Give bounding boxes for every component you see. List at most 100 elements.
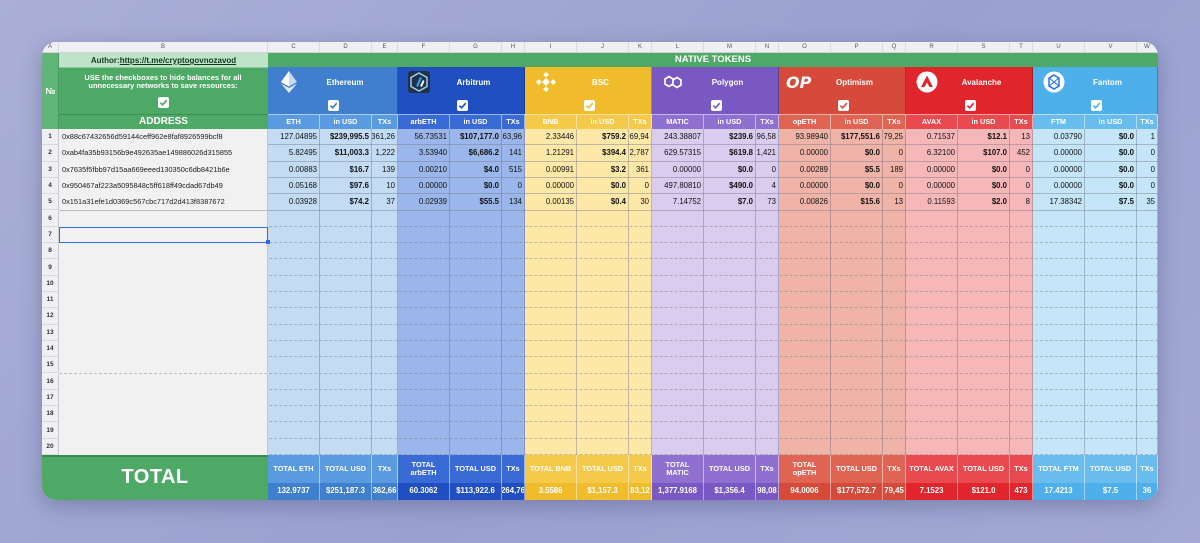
data-cell-arbitrum-r5-c1[interactable]: $55.5 [450,194,502,209]
data-cell-polygon-r3-c2[interactable]: 0 [756,162,779,177]
data-cell-bsc-r3-c1[interactable]: $3.2 [577,162,629,177]
author-link[interactable]: https://t.me/cryptogovnozavod [120,56,236,65]
data-cell-avalanche-r2-c2[interactable]: 452 [1010,145,1033,160]
data-cell-ethereum-r1-c1[interactable]: $239,995.5 [320,129,372,144]
data-cell-fantom-r2-c1[interactable]: $0.0 [1085,145,1137,160]
address-cell-18[interactable] [59,406,268,423]
data-cell-fantom-r1-c2[interactable]: 1 [1137,129,1158,144]
data-cell-avalanche-r1-c2[interactable]: 13 [1010,129,1033,144]
network-checkbox-ethereum[interactable] [328,100,339,111]
row-header-12[interactable]: 12 [42,308,59,325]
data-cell-bsc-r2-c2[interactable]: 12,787 [629,145,652,160]
data-cell-ethereum-r4-c2[interactable]: 10 [372,178,398,193]
col-header-W[interactable]: W [1137,42,1158,53]
selected-cell-outline[interactable] [59,226,268,244]
row-header-10[interactable]: 10 [42,275,59,292]
data-cell-polygon-r4-c0[interactable]: 497.80810 [652,178,704,193]
data-cell-polygon-r5-c1[interactable]: $7.0 [704,194,756,209]
data-cell-avalanche-r5-c0[interactable]: 0.11593 [906,194,958,209]
row-header-7[interactable]: 7 [42,226,59,244]
data-cell-ethereum-r2-c1[interactable]: $11,003.3 [320,145,372,160]
data-cell-bsc-r4-c2[interactable]: 0 [629,178,652,193]
network-checkbox-arbitrum[interactable] [456,100,468,111]
data-cell-optimism-r1-c0[interactable]: 93.98940 [779,129,831,144]
address-value[interactable]: 0xab4fa35b93156b9e492635ae149886026d3158… [59,145,267,160]
address-cell-11[interactable] [59,292,268,309]
col-header-U[interactable]: U [1033,42,1085,53]
data-cell-polygon-r1-c1[interactable]: $239.6 [704,129,756,144]
network-checkbox-optimism[interactable] [837,100,849,111]
data-cell-ethereum-r3-c0[interactable]: 0.00883 [268,162,320,177]
address-cell-20[interactable] [59,438,268,455]
address-cell-9[interactable] [59,259,268,276]
data-cell-polygon-r2-c1[interactable]: $619.8 [704,145,756,160]
address-cell-13[interactable] [59,324,268,341]
data-cell-polygon-r2-c2[interactable]: 1,421 [756,145,779,160]
data-cell-optimism-r5-c1[interactable]: $15.6 [831,194,883,209]
network-checkbox-fantom[interactable] [1090,100,1102,111]
address-cell-16[interactable] [59,373,268,390]
data-cell-arbitrum-r3-c1[interactable]: $4.0 [450,162,502,177]
col-header-G[interactable]: G [450,42,502,53]
data-cell-ethereum-r1-c0[interactable]: 127.04895 [268,129,320,144]
data-cell-optimism-r4-c2[interactable]: 0 [883,178,906,193]
col-header-L[interactable]: L [652,42,704,53]
data-cell-fantom-r2-c0[interactable]: 0.00000 [1033,145,1085,160]
row-header-6[interactable]: 6 [42,210,59,227]
data-cell-optimism-r3-c2[interactable]: 189 [883,162,906,177]
row-header-18[interactable]: 18 [42,406,59,423]
data-cell-polygon-r3-c1[interactable]: $0.0 [704,162,756,177]
data-cell-arbitrum-r4-c2[interactable]: 0 [502,178,525,193]
data-cell-optimism-r3-c0[interactable]: 0.00289 [779,162,831,177]
row-header-3[interactable]: 3 [42,161,59,178]
data-cell-fantom-r4-c2[interactable]: 0 [1137,178,1158,193]
data-cell-bsc-r1-c2[interactable]: 69,94 [629,129,652,144]
col-header-B[interactable]: B [59,42,268,53]
data-cell-polygon-r1-c2[interactable]: 96,58 [756,129,779,144]
row-header-13[interactable]: 13 [42,324,59,341]
data-cell-ethereum-r2-c0[interactable]: 5.82495 [268,145,320,160]
address-cell-15[interactable] [59,357,268,374]
network-checkbox-avalanche[interactable] [964,100,976,111]
data-cell-bsc-r3-c0[interactable]: 0.00991 [525,162,577,177]
address-cell-17[interactable] [59,389,268,407]
data-cell-avalanche-r3-c0[interactable]: 0.00000 [906,162,958,177]
row-header-11[interactable]: 11 [42,292,59,309]
data-cell-ethereum-r4-c1[interactable]: $97.6 [320,178,372,193]
address-cell-10[interactable] [59,275,268,292]
col-header-D[interactable]: D [320,42,372,53]
data-cell-arbitrum-r1-c1[interactable]: $107,177.0 [450,129,502,144]
address-cell-6[interactable] [59,210,268,227]
data-cell-polygon-r1-c0[interactable]: 243.38807 [652,129,704,144]
col-header-Q[interactable]: Q [883,42,906,53]
row-header-20[interactable]: 20 [42,438,59,455]
data-cell-avalanche-r4-c1[interactable]: $0.0 [958,178,1010,193]
data-cell-optimism-r1-c1[interactable]: $177,551.6 [831,129,883,144]
data-cell-bsc-r5-c0[interactable]: 0.00135 [525,194,577,209]
data-cell-arbitrum-r3-c0[interactable]: 0.00210 [398,162,450,177]
row-header-9[interactable]: 9 [42,259,59,276]
data-cell-arbitrum-r1-c2[interactable]: 263,96 [502,129,525,144]
col-header-M[interactable]: M [704,42,756,53]
data-cell-ethereum-r5-c2[interactable]: 37 [372,194,398,209]
data-cell-bsc-r4-c1[interactable]: $0.0 [577,178,629,193]
data-cell-bsc-r5-c1[interactable]: $0.4 [577,194,629,209]
col-header-A[interactable]: A [42,42,59,53]
row-header-17[interactable]: 17 [42,389,59,407]
address-cell-14[interactable] [59,340,268,358]
data-cell-arbitrum-r1-c0[interactable]: 56.73531 [398,129,450,144]
data-cell-bsc-r1-c0[interactable]: 2.33446 [525,129,577,144]
data-cell-arbitrum-r2-c0[interactable]: 3.53940 [398,145,450,160]
data-cell-avalanche-r3-c2[interactable]: 0 [1010,162,1033,177]
data-cell-polygon-r3-c0[interactable]: 0.00000 [652,162,704,177]
data-cell-arbitrum-r5-c0[interactable]: 0.02939 [398,194,450,209]
data-cell-ethereum-r5-c0[interactable]: 0.03928 [268,194,320,209]
data-cell-fantom-r5-c0[interactable]: 17.38342 [1033,194,1085,209]
data-cell-fantom-r5-c2[interactable]: 35 [1137,194,1158,209]
data-cell-polygon-r5-c0[interactable]: 7.14752 [652,194,704,209]
col-header-I[interactable]: I [525,42,577,53]
address-cell-19[interactable] [59,422,268,439]
master-checkbox[interactable] [158,97,169,108]
data-cell-arbitrum-r4-c1[interactable]: $0.0 [450,178,502,193]
data-cell-avalanche-r1-c1[interactable]: $12.1 [958,129,1010,144]
